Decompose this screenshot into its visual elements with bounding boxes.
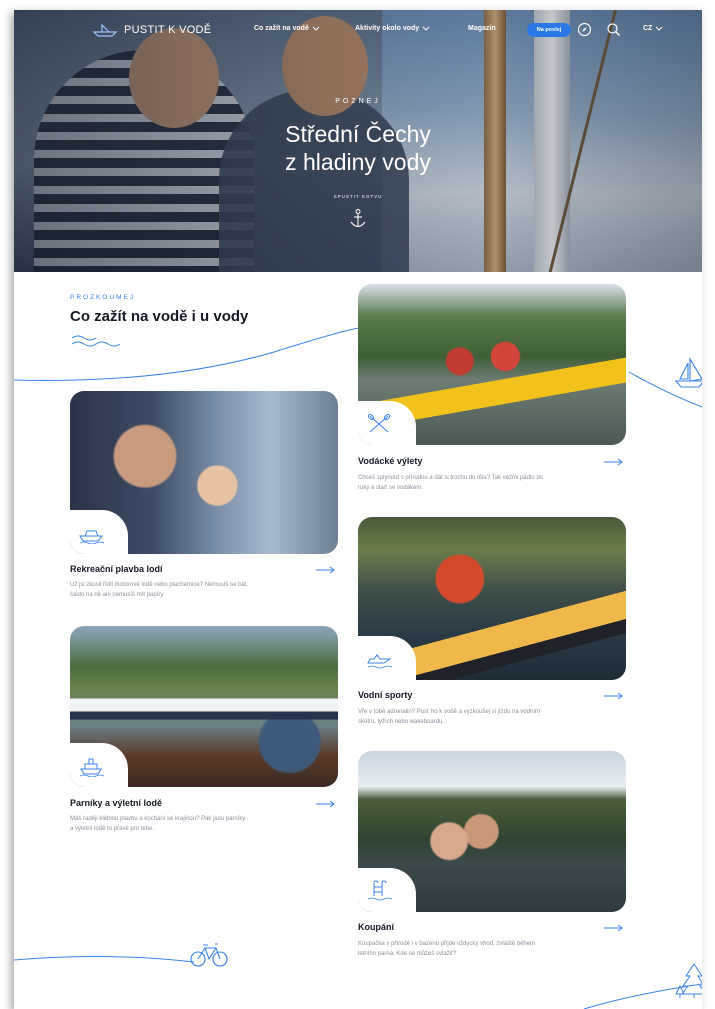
arrow-right-icon[interactable] bbox=[604, 924, 624, 932]
motorboat-icon bbox=[79, 530, 104, 544]
section-eyebrow: PROZKOUMEJ bbox=[70, 294, 136, 301]
steamship-icon bbox=[79, 758, 104, 777]
hero-banner: PUSTIT K VODĚ Co zažít na vodě Aktivity … bbox=[14, 10, 702, 272]
scroll-down-label[interactable]: SPUSTIT KOTVU bbox=[14, 194, 702, 199]
nav-link-magazin[interactable]: Magazín bbox=[468, 25, 496, 32]
paddles-icon bbox=[367, 414, 391, 433]
wave-squiggle-icon bbox=[71, 335, 121, 347]
site-logo[interactable]: PUSTIT K VODĚ bbox=[92, 23, 211, 37]
hero-eyebrow: POZNEJ bbox=[335, 98, 381, 105]
card-image-parniky[interactable] bbox=[70, 626, 338, 787]
logo-text: PUSTIT K VODĚ bbox=[124, 24, 212, 36]
boat-logo-icon bbox=[92, 23, 118, 37]
card-image-vodni-sporty[interactable] bbox=[358, 517, 626, 680]
chevron-down-icon bbox=[655, 26, 663, 31]
card-description: Máš raději klidnou plavbu a kochání se k… bbox=[70, 816, 246, 832]
compass-icon[interactable] bbox=[577, 22, 592, 37]
card-description: Už jsi zkusil řídit motorové lodě nebo p… bbox=[70, 582, 249, 598]
jetski-icon bbox=[367, 654, 392, 669]
anchor-icon[interactable] bbox=[349, 208, 367, 230]
page: PUSTIT K VODĚ Co zažít na vodě Aktivity … bbox=[14, 10, 702, 1009]
arrow-right-icon[interactable] bbox=[316, 800, 336, 808]
nav-link-aktivity[interactable]: Aktivity okolo vody bbox=[355, 25, 430, 32]
sailboat-icon bbox=[674, 357, 702, 388]
card-description: Vře v tobě adrenalin? Pusť ho k vodě a v… bbox=[358, 709, 541, 725]
card-image-rekreacni-plavba[interactable] bbox=[70, 391, 338, 554]
arrow-right-icon[interactable] bbox=[604, 458, 624, 466]
nav-link-co-zazit[interactable]: Co zažít na vodě bbox=[254, 25, 320, 32]
card-title-vodacke-vylety[interactable]: Vodácké výlety bbox=[358, 456, 422, 466]
card-description: Chceš splynout s přírodou a dát si troch… bbox=[358, 475, 543, 491]
card-image-vodacke-vylety[interactable] bbox=[358, 284, 626, 445]
chevron-down-icon bbox=[422, 26, 430, 31]
search-icon[interactable] bbox=[606, 22, 621, 37]
section-title: Co zažít na vodě i u vody bbox=[70, 308, 249, 325]
arrow-right-icon[interactable] bbox=[316, 566, 336, 574]
card-title-vodni-sporty[interactable]: Vodní sporty bbox=[358, 690, 412, 700]
trees-icon bbox=[675, 963, 702, 998]
arrow-right-icon[interactable] bbox=[604, 692, 624, 700]
cta-button[interactable]: Na poslej bbox=[527, 23, 571, 37]
language-switcher[interactable]: CZ bbox=[643, 25, 663, 32]
card-description: Koupačka v přírodě i v bazénu přijde vžd… bbox=[358, 941, 536, 957]
card-image-koupani[interactable] bbox=[358, 751, 626, 912]
card-title-rekreacni-plavba[interactable]: Rekreační plavba lodí bbox=[70, 564, 163, 574]
main-navigation: PUSTIT K VODĚ Co zažít na vodě Aktivity … bbox=[14, 10, 702, 50]
bicycle-icon bbox=[190, 943, 228, 967]
chevron-down-icon bbox=[312, 26, 320, 31]
hero-title: Střední Čechy z hladiny vody bbox=[285, 121, 431, 175]
swimming-pool-icon bbox=[367, 880, 392, 901]
card-title-parniky[interactable]: Parníky a výletní lodě bbox=[70, 798, 162, 808]
card-title-koupani[interactable]: Koupání bbox=[358, 922, 394, 932]
